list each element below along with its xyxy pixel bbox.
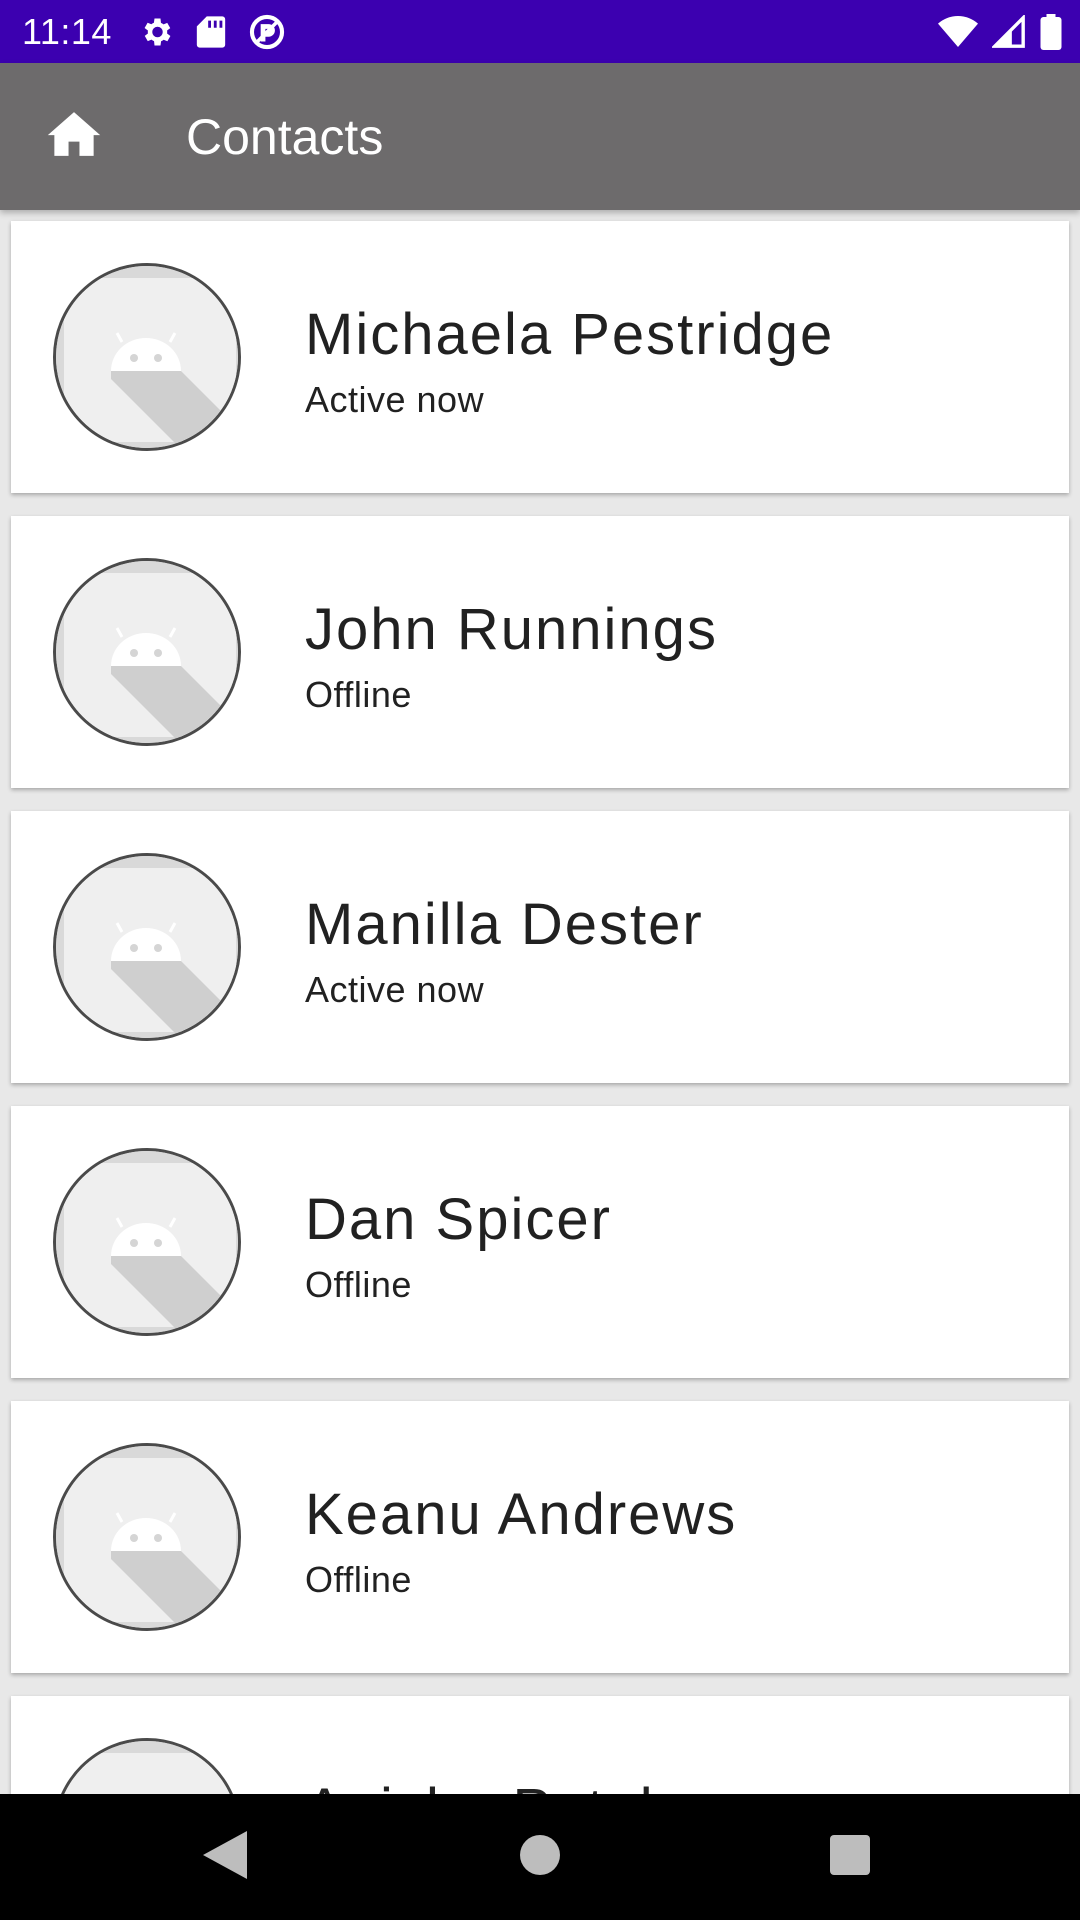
contact-card[interactable]: John Runnings Offline [11, 516, 1069, 788]
recents-icon [830, 1834, 870, 1880]
battery-icon [1040, 13, 1062, 50]
status-time: 11:14 [22, 10, 112, 52]
contact-card[interactable]: Keanu Andrews Offline [11, 1401, 1069, 1673]
contact-card[interactable]: Dan Spicer Offline [11, 1106, 1069, 1378]
recents-button[interactable] [780, 1794, 920, 1920]
contact-name: Anisha Patel [305, 1776, 655, 1794]
wifi-icon [938, 15, 978, 49]
contact-name: Manilla Dester [305, 892, 704, 957]
avatar [53, 1148, 241, 1336]
navigation-bar [0, 1794, 1080, 1920]
contact-status: Active now [305, 379, 485, 420]
contact-status: Offline [305, 1559, 412, 1600]
home-circle-icon [520, 1834, 560, 1880]
sd-card-icon [196, 15, 226, 49]
avatar [53, 263, 241, 451]
contact-card[interactable]: Manilla Dester Active now [11, 811, 1069, 1083]
avatar [53, 558, 241, 746]
contact-card[interactable]: Anisha Patel [11, 1696, 1069, 1794]
contact-status: Active now [305, 969, 485, 1010]
home-icon [47, 110, 101, 163]
avatar [53, 853, 241, 1041]
contact-list[interactable]: Michaela Pestridge Active now John Runni… [0, 210, 1080, 1794]
signal-icon [992, 14, 1026, 49]
back-icon [203, 1830, 247, 1884]
status-bar: 11:14 [0, 0, 1080, 63]
settings-icon [138, 14, 174, 50]
home-nav-button[interactable] [470, 1794, 610, 1920]
contact-name: Keanu Andrews [305, 1482, 738, 1547]
back-button[interactable] [155, 1794, 295, 1920]
avatar [53, 1738, 241, 1794]
contact-name: Dan Spicer [305, 1187, 612, 1252]
contact-name: Michaela Pestridge [305, 302, 835, 367]
contact-status: Offline [305, 674, 412, 715]
contact-card[interactable]: Michaela Pestridge Active now [11, 221, 1069, 493]
contact-name: John Runnings [305, 597, 718, 662]
vpn-icon [248, 13, 286, 51]
app-bar: Contacts [0, 63, 1080, 210]
contact-status: Offline [305, 1264, 412, 1305]
page-title: Contacts [186, 108, 384, 165]
avatar [53, 1443, 241, 1631]
home-button[interactable] [34, 97, 114, 177]
